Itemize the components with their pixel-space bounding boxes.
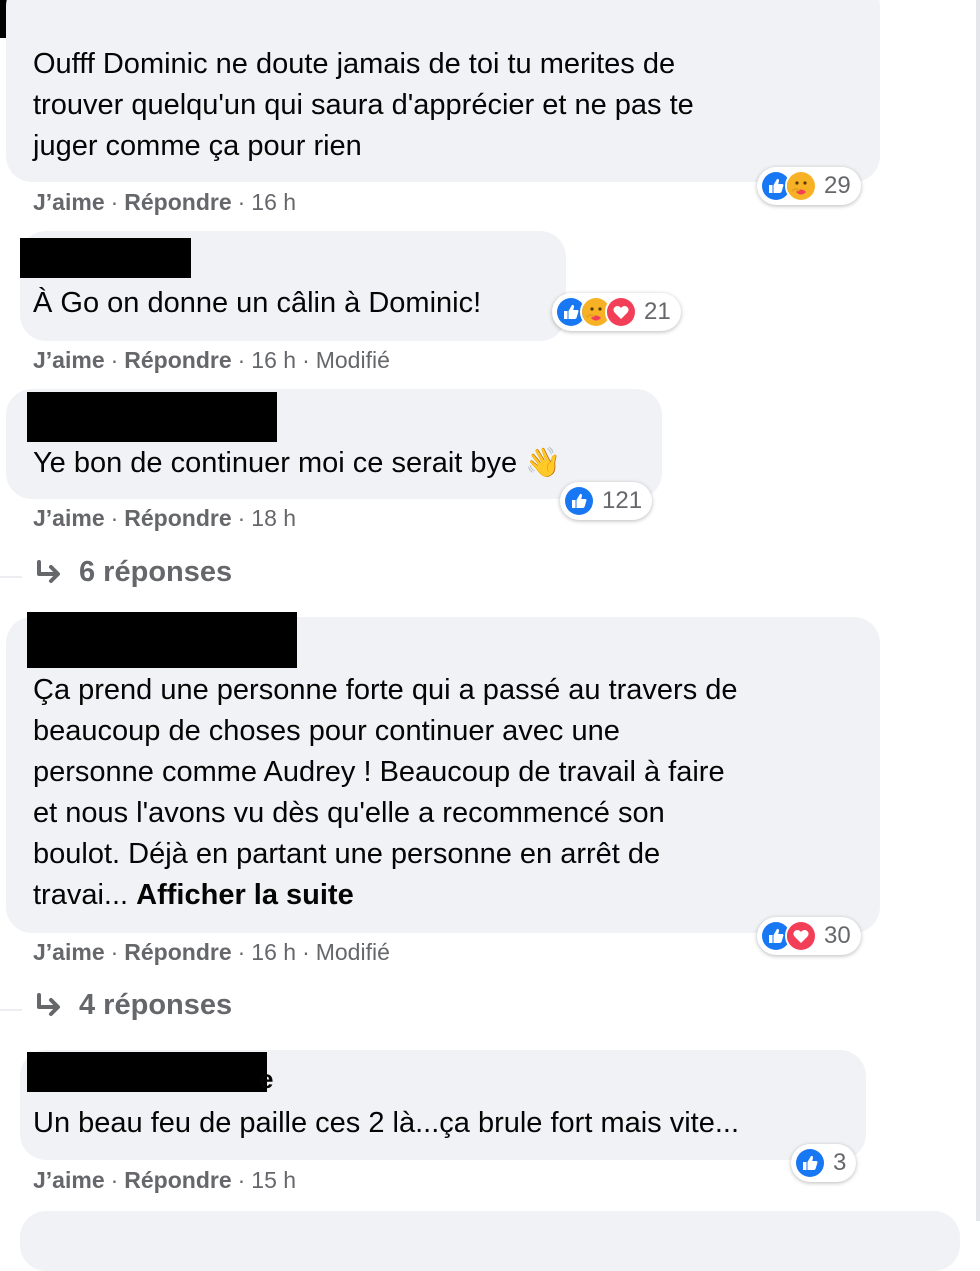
- like-button[interactable]: J’aime: [33, 939, 105, 965]
- timestamp[interactable]: 16 h: [251, 347, 296, 373]
- like-button[interactable]: J’aime: [33, 505, 105, 531]
- comment-text: À Go on donne un câlin à Dominic!: [33, 287, 482, 319]
- comment-actions: J’aime · Répondre · 15 h: [33, 1167, 297, 1193]
- reply-button[interactable]: Répondre: [124, 347, 231, 373]
- reactions-pill[interactable]: 30: [757, 917, 861, 955]
- reply-button[interactable]: Répondre: [124, 1167, 231, 1193]
- comment-actions: J’aime · Répondre · 18 h: [33, 505, 297, 531]
- see-more-link[interactable]: Afficher la suite: [136, 879, 354, 911]
- comment-text: Ça prend une personne forte qui a passé …: [33, 674, 738, 911]
- scroll-edge: [976, 0, 980, 1221]
- thread-divider: [0, 576, 22, 578]
- reply-arrow-icon: [37, 559, 60, 583]
- reactions-pill[interactable]: 3: [791, 1144, 857, 1182]
- love-icon: [785, 920, 817, 952]
- love-icon: [605, 296, 637, 328]
- author-name-fragment: e: [259, 1064, 274, 1094]
- reply-button[interactable]: Répondre: [124, 939, 231, 965]
- comment-actions: J’aime · Répondre · 16 h: [33, 189, 297, 215]
- reaction-count: 21: [644, 298, 671, 325]
- reaction-count: 3: [833, 1149, 847, 1176]
- redacted-name: [27, 1052, 267, 1092]
- comment-actions: J’aime · Répondre · 16 h · Modifié: [33, 939, 390, 965]
- reply-button[interactable]: Répondre: [124, 505, 231, 531]
- timestamp[interactable]: 16 h: [251, 189, 296, 215]
- redacted-name: [20, 238, 191, 278]
- like-button[interactable]: J’aime: [33, 347, 105, 373]
- comment-text: Ye bon de continuer moi ce serait bye 👋: [33, 447, 562, 479]
- reply-arrow-icon: [37, 992, 60, 1016]
- comment-bubble-partial: [20, 1211, 960, 1271]
- like-icon: [794, 1147, 826, 1179]
- reactions-pill[interactable]: 121: [560, 482, 653, 520]
- comment-text: Oufff Dominic ne doute jamais de toi tu …: [33, 48, 694, 162]
- like-icon: [563, 485, 595, 517]
- like-button[interactable]: J’aime: [33, 1167, 105, 1193]
- reaction-count: 29: [824, 172, 851, 199]
- care-icon: [785, 170, 817, 202]
- view-replies-link[interactable]: 4 réponses: [35, 989, 232, 1022]
- like-button[interactable]: J’aime: [33, 189, 105, 215]
- timestamp[interactable]: 16 h: [251, 939, 296, 965]
- reply-button[interactable]: Répondre: [124, 189, 231, 215]
- thread-divider: [0, 1009, 22, 1011]
- edited-label: Modifié: [315, 939, 390, 965]
- reactions-pill[interactable]: 21: [552, 293, 681, 331]
- reaction-count: 30: [824, 922, 851, 949]
- redacted-name: [27, 612, 297, 668]
- edited-label: Modifié: [315, 347, 390, 373]
- timestamp[interactable]: 18 h: [251, 505, 296, 531]
- reactions-pill[interactable]: 29: [757, 167, 861, 205]
- timestamp[interactable]: 15 h: [251, 1167, 296, 1193]
- comment-text: Un beau feu de paille ces 2 là...ça brul…: [33, 1107, 740, 1139]
- reaction-count: 121: [602, 487, 643, 514]
- comment-actions: J’aime · Répondre · 16 h · Modifié: [33, 347, 390, 373]
- redacted-name: [27, 392, 277, 442]
- view-replies-link[interactable]: 6 réponses: [35, 556, 232, 589]
